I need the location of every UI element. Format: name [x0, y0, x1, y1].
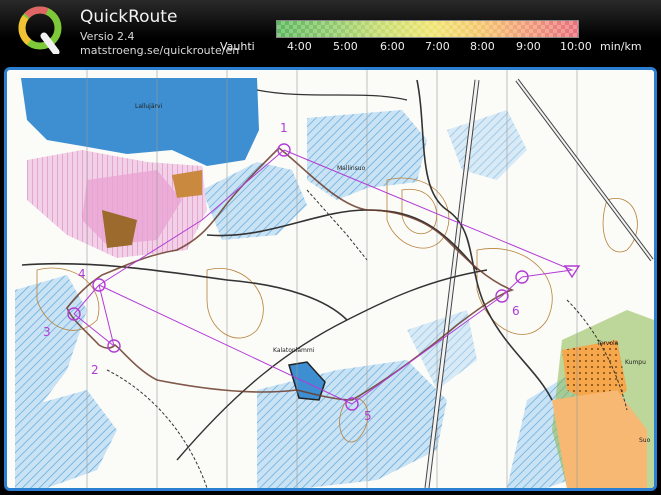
app-title: QuickRoute	[80, 7, 178, 27]
app-header: QuickRoute Versio 2.4 matstroeng.se/quic…	[0, 0, 661, 64]
legend-tick: 4:00	[287, 40, 312, 53]
quickroute-logo-icon	[18, 6, 62, 54]
legend-tick: 6:00	[380, 40, 405, 53]
legend-tick: 8:00	[470, 40, 495, 53]
place-name: Kalatonlammi	[273, 347, 315, 354]
place-name: Tervola	[596, 340, 619, 347]
control-number: 3	[43, 325, 51, 339]
legend-tick: 9:00	[516, 40, 541, 53]
legend-tick: 10:00	[560, 40, 592, 53]
app-url: matstroeng.se/quickroute/en	[80, 44, 240, 57]
control-number: 4	[78, 267, 86, 281]
control-number: 2	[91, 363, 99, 377]
map-view[interactable]: 1 2 3 4 5 6 Lallujärvi Mallinsuo Kalaton…	[4, 67, 657, 491]
place-name: Lallujärvi	[135, 103, 163, 110]
legend-tick: 7:00	[425, 40, 450, 53]
legend-unit: min/km	[600, 40, 642, 53]
place-name: Kumpu	[625, 359, 646, 366]
legend-label: Vauhti	[220, 40, 255, 53]
legend-tick: 5:00	[333, 40, 358, 53]
control-number: 5	[364, 409, 372, 423]
place-name: Mallinsuo	[337, 165, 366, 172]
control-number: 6	[512, 304, 520, 318]
pace-color-scale	[276, 20, 579, 38]
orienteering-map[interactable]: 1 2 3 4 5 6 Lallujärvi Mallinsuo Kalaton…	[7, 70, 654, 488]
app-version: Versio 2.4	[80, 30, 135, 43]
control-number: 1	[280, 121, 288, 135]
place-name: Suo	[639, 437, 651, 444]
